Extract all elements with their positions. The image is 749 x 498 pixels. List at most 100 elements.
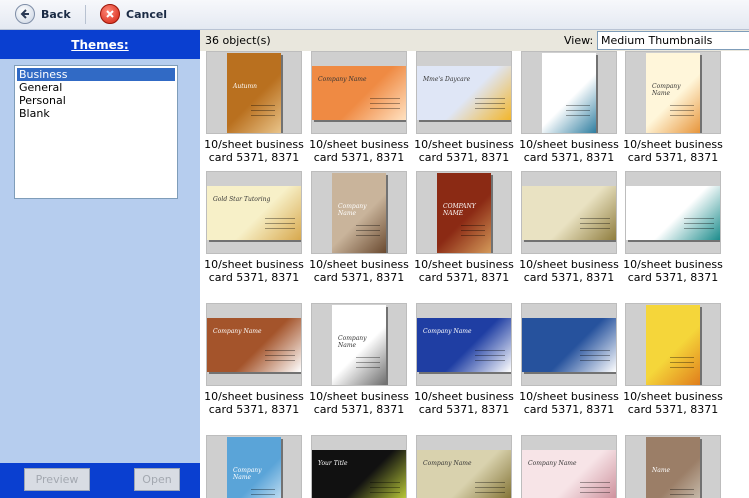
thumbnail-frame: Company Name: [206, 303, 302, 386]
back-button[interactable]: Back: [15, 3, 71, 25]
card-text-line: [251, 488, 275, 490]
card-text-line: [461, 224, 485, 226]
thumbnail-caption: 10/sheet business card 5371, 8371: [621, 258, 725, 284]
themes-header-label: Themes:: [71, 37, 129, 52]
card-preview-image: [542, 52, 596, 133]
thumbnail-caption: 10/sheet business card 5371, 8371: [307, 390, 411, 416]
caption-line-1: 10/sheet business: [414, 390, 514, 403]
theme-item-personal[interactable]: Personal: [17, 94, 175, 107]
thumbnail-caption: 10/sheet business card 5371, 8371: [621, 138, 725, 164]
theme-item-blank[interactable]: Blank: [17, 107, 175, 120]
card-text-line: [265, 349, 295, 351]
card-text-line: [265, 227, 295, 229]
thumbnail-frame: Company Name: [311, 303, 407, 386]
thumbnail-caption: 10/sheet business card 5371, 8371: [412, 138, 516, 164]
card-text-line: [475, 491, 505, 493]
card-text-line: [475, 349, 505, 351]
themes-panel: Themes: Business General Personal Blank …: [0, 30, 200, 498]
card-text-line: [566, 114, 590, 116]
card-text-line: [475, 97, 505, 99]
theme-item-general[interactable]: General: [17, 81, 175, 94]
caption-line-1: 10/sheet business: [309, 390, 409, 403]
card-title-text: Company Name: [652, 82, 681, 97]
thumbnail-caption: 10/sheet business card 5371, 8371: [202, 258, 306, 284]
back-label: Back: [41, 7, 71, 21]
card-text-line: [670, 366, 694, 368]
object-count: 36 object(s): [205, 34, 271, 47]
card-title-text: Company Name: [528, 459, 577, 467]
card-preview-image: [646, 304, 700, 385]
card-text-line: [265, 354, 295, 356]
card-text-line: [566, 109, 590, 111]
card-text-line: [580, 359, 610, 361]
thumbnail-caption: 10/sheet business card 5371, 8371: [517, 390, 621, 416]
cancel-button[interactable]: Cancel: [100, 3, 167, 25]
theme-item-business[interactable]: Business: [17, 68, 175, 81]
thumbnail-caption: 10/sheet business card 5371, 8371: [621, 390, 725, 416]
thumbnail-caption: 10/sheet business card 5371, 8371: [202, 138, 306, 164]
card-text-line: [370, 97, 400, 99]
toolbar-separator: [85, 5, 86, 24]
card-preview-image: COMPANY NAME: [437, 172, 491, 253]
card-title-text: Your Title: [318, 459, 348, 467]
thumbnail-caption: 10/sheet business card 5371, 8371: [517, 138, 621, 164]
thumbnail-caption: 10/sheet business card 5371, 8371: [517, 258, 621, 284]
card-preview-image: [522, 317, 616, 372]
card-preview-image: Company Name: [332, 172, 386, 253]
card-text-line: [370, 491, 400, 493]
card-text-line: [265, 217, 295, 219]
thumbnail-caption: 10/sheet business card 5371, 8371: [412, 258, 516, 284]
card-preview-image: Name: [646, 436, 700, 498]
open-button[interactable]: Open: [134, 468, 180, 491]
view-select[interactable]: Medium Thumbnails: [597, 31, 749, 50]
card-text-line: [356, 229, 380, 231]
caption-line-2: card 5371, 8371: [208, 271, 300, 284]
card-text-line: [580, 227, 610, 229]
caption-line-2: card 5371, 8371: [418, 271, 510, 284]
card-preview-image: Company Name: [522, 449, 616, 498]
card-preview-image: Company Name: [312, 65, 406, 120]
caption-line-1: 10/sheet business: [519, 138, 619, 151]
caption-line-2: card 5371, 8371: [313, 271, 405, 284]
gallery-info-bar: 36 object(s) View: Medium Thumbnails: [200, 30, 749, 52]
card-text-line: [475, 102, 505, 104]
card-text-line: [475, 481, 505, 483]
card-text-line: [356, 224, 380, 226]
thumbnail-frame: Company Name: [311, 51, 407, 134]
preview-button[interactable]: Preview: [24, 468, 90, 491]
caption-line-2: card 5371, 8371: [627, 403, 719, 416]
card-text-line: [566, 104, 590, 106]
card-text-line: [370, 481, 400, 483]
card-preview-image: Company Name: [417, 317, 511, 372]
card-text-line: [670, 356, 694, 358]
card-preview-image: [522, 185, 616, 240]
thumbnail-frame: Company Name: [206, 435, 302, 498]
card-text-line: [475, 486, 505, 488]
themes-list[interactable]: Business General Personal Blank: [14, 65, 178, 199]
card-title-text: Company Name: [318, 75, 367, 83]
thumbnail-caption: 10/sheet business card 5371, 8371: [202, 390, 306, 416]
card-text-line: [684, 227, 714, 229]
back-arrow-icon: [15, 4, 35, 24]
caption-line-1: 10/sheet business: [204, 390, 304, 403]
cancel-label: Cancel: [126, 7, 168, 21]
caption-line-1: 10/sheet business: [204, 138, 304, 151]
card-preview-image: Company Name: [646, 52, 700, 133]
themes-footer: Preview Open: [0, 463, 200, 498]
card-text-line: [356, 361, 380, 363]
thumbnail-frame: Company Name: [625, 51, 721, 134]
themes-header: Themes:: [0, 30, 200, 59]
card-preview-image: Company Name: [332, 304, 386, 385]
card-preview-image: Your Title: [312, 449, 406, 498]
card-text-line: [580, 491, 610, 493]
caption-line-1: 10/sheet business: [519, 258, 619, 271]
card-text-line: [265, 359, 295, 361]
caption-line-1: 10/sheet business: [204, 258, 304, 271]
card-preview-image: Company Name: [417, 449, 511, 498]
card-text-line: [684, 222, 714, 224]
card-text-line: [356, 356, 380, 358]
caption-line-1: 10/sheet business: [414, 258, 514, 271]
caption-line-1: 10/sheet business: [309, 138, 409, 151]
caption-line-1: 10/sheet business: [623, 258, 723, 271]
card-text-line: [580, 217, 610, 219]
